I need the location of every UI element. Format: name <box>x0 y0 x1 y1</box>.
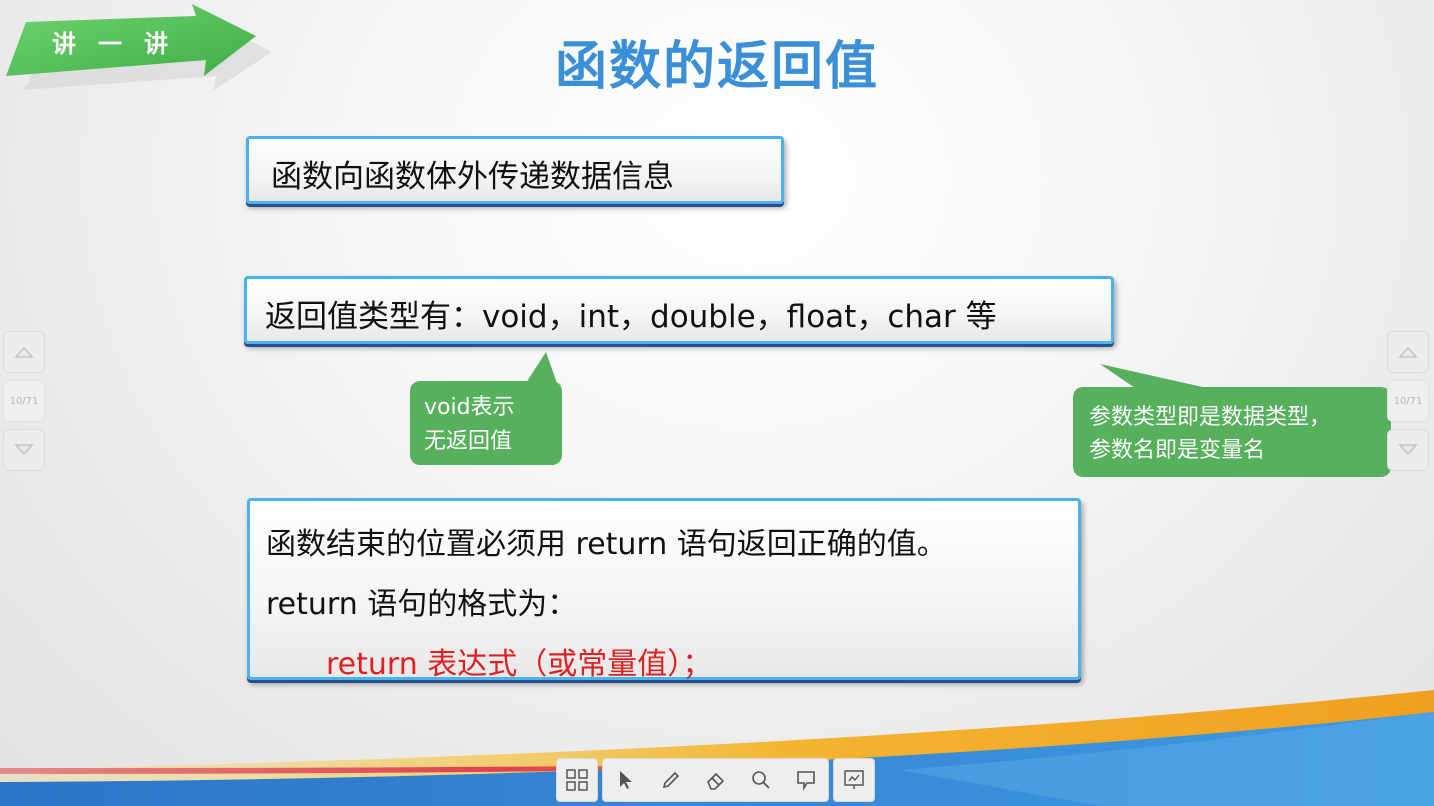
callout-void: void表示 无返回值 <box>410 381 562 465</box>
callout-void-line1: void表示 <box>424 395 515 420</box>
return-syntax-text: return 表达式（或常量值）； <box>326 647 713 682</box>
return-format-text: return 语句的格式为： <box>266 587 578 622</box>
slide-grid-button[interactable] <box>556 758 598 802</box>
pointer-tool-button[interactable] <box>603 759 648 801</box>
chevron-down-icon <box>14 444 34 456</box>
zoom-tool-button[interactable] <box>738 759 783 801</box>
bottom-toolbar <box>556 758 875 802</box>
callout-param-line1: 参数类型即是数据类型， <box>1089 405 1332 430</box>
page-indicator-right: 10/71 <box>1387 380 1429 422</box>
pen-tool-button[interactable] <box>648 759 693 801</box>
presentation-icon <box>844 770 864 789</box>
callout-void-line2: 无返回值 <box>424 429 513 454</box>
definition-box: 函数向函数体外传递数据信息 <box>246 136 784 204</box>
prev-slide-button-left[interactable] <box>3 331 45 373</box>
chevron-up-icon <box>1398 346 1418 358</box>
next-slide-button-right[interactable] <box>1387 429 1429 471</box>
comment-icon <box>796 771 815 791</box>
prev-slide-button-right[interactable] <box>1387 331 1429 373</box>
chevron-down-icon <box>1398 444 1418 456</box>
zoom-icon <box>751 771 770 789</box>
return-types-box: 返回值类型有：void，int，double，float，char 等 <box>244 276 1114 344</box>
page-indicator-left: 10/71 <box>3 380 45 422</box>
grid-icon <box>566 769 588 791</box>
comment-tool-button[interactable] <box>783 759 828 801</box>
return-rule-text: 函数结束的位置必须用 return 语句返回正确的值。 <box>266 527 947 562</box>
chevron-up-icon <box>14 346 34 358</box>
return-statement-box: 函数结束的位置必须用 return 语句返回正确的值。 return 语句的格式… <box>247 498 1081 682</box>
callout-param-line2: 参数名即是变量名 <box>1089 438 1266 463</box>
eraser-icon <box>706 772 724 790</box>
pen-icon <box>662 771 679 789</box>
page-title: 函数的返回值 <box>554 37 879 97</box>
callout-param: 参数类型即是数据类型， 参数名即是变量名 <box>1073 387 1391 477</box>
presentation-button[interactable] <box>833 758 875 802</box>
next-slide-button-left[interactable] <box>3 429 45 471</box>
pointer-icon <box>619 771 632 789</box>
eraser-tool-button[interactable] <box>693 759 738 801</box>
annotation-tool-group <box>602 758 829 802</box>
